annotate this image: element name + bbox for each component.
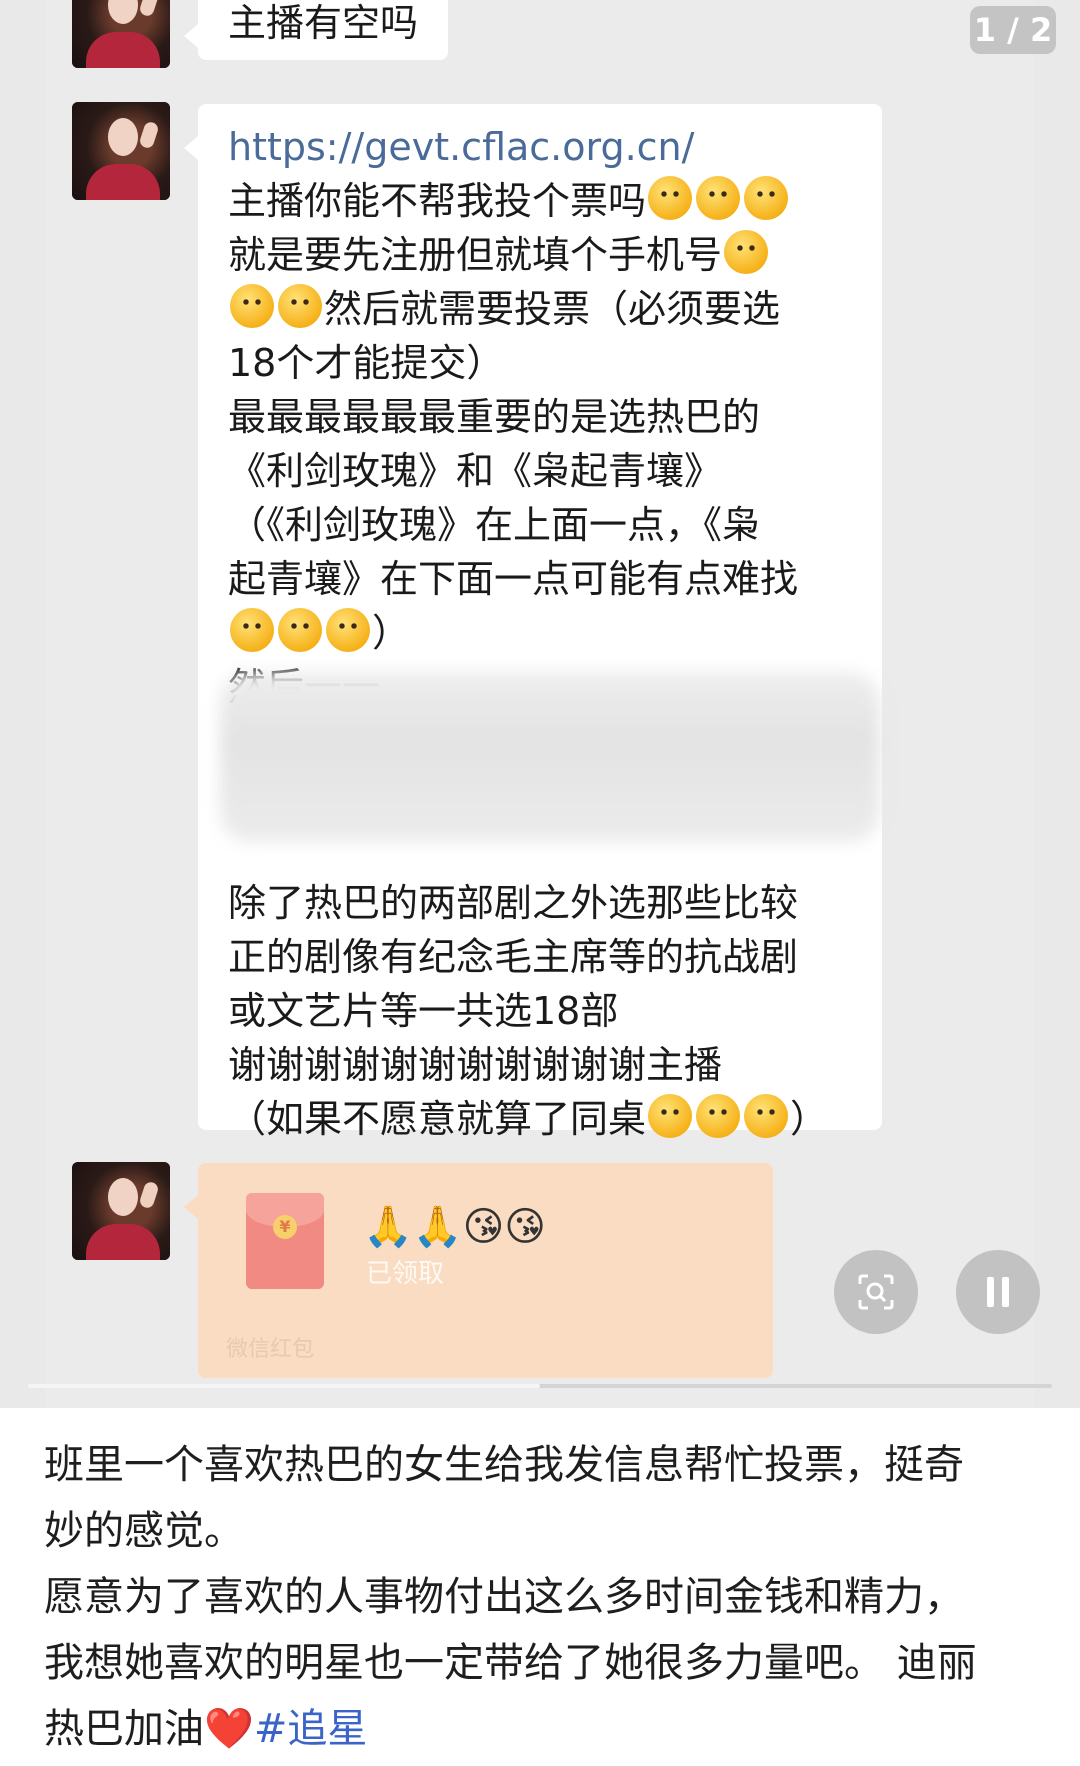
smiling-face-icon (648, 1094, 693, 1138)
post-caption: 班里一个喜欢热巴的女生给我发信息帮忙投票，挺奇 妙的感觉。 愿意为了喜欢的人事物… (44, 1432, 1044, 1762)
pleading-face-icon (648, 176, 693, 220)
pause-button[interactable] (956, 1250, 1040, 1334)
red-packet-greeting: 🙏🙏😘😘 (363, 1204, 547, 1250)
avatar (72, 102, 170, 200)
message-line: 起青壤》在下面一点可能有点难找 (228, 557, 799, 601)
caption-line: 妙的感觉。 (44, 1508, 244, 1554)
pleading-face-icon (696, 176, 741, 220)
caption-line: 我想她喜欢的明星也一定带给了她很多力量吧。 迪丽 (44, 1640, 977, 1686)
pleading-face-icon (744, 176, 789, 220)
slideshow-progress-fill (28, 1384, 540, 1388)
message-line: （《利剑玫瑰》在上面一点，《枭 (228, 503, 761, 547)
red-packet-footer: 微信红包 (226, 1337, 315, 1362)
message-line: 18个才能提交） (228, 341, 505, 385)
message-text: 主播有空吗 (228, 1, 419, 45)
caption-line: 愿意为了喜欢的人事物付出这么多时间金钱和精力， (44, 1574, 964, 1620)
yuan-coin-icon: ¥ (273, 1215, 297, 1239)
pleading-face-icon (230, 284, 274, 328)
pause-icon (987, 1277, 1009, 1307)
message-line: ） (790, 1097, 829, 1141)
message-line: 除了热巴的两部剧之外选那些比较 (228, 881, 799, 925)
message-line: 或文艺片等一共选18部 (228, 989, 619, 1033)
message-line: 就是要先注册但就填个手机号 (228, 233, 723, 277)
red-packet-status: 已领取 (366, 1259, 445, 1289)
caption-line: 班里一个喜欢热巴的女生给我发信息帮忙投票，挺奇 (44, 1442, 964, 1488)
message-line: 然后就需要投票（必须要选 (324, 287, 781, 331)
pleading-face-icon (278, 608, 322, 652)
message-bubble: 主播有空吗 (183, 0, 449, 60)
red-envelope-icon: ¥ (246, 1193, 324, 1289)
redacted-area (220, 672, 880, 842)
message-line: 主播你能不帮我投个票吗 (228, 179, 647, 223)
smiling-face-icon (744, 1094, 789, 1138)
pleading-face-icon (326, 608, 370, 652)
scan-button[interactable] (834, 1250, 918, 1334)
hashtag-link[interactable]: #追星 (254, 1706, 368, 1752)
message-line: （如果不愿意就算了同桌 (228, 1097, 647, 1141)
avatar (72, 1162, 170, 1260)
message-line: 正的剧像有纪念毛主席等的抗战剧 (228, 935, 799, 979)
image-viewer[interactable]: 1 / 2 主播有空吗 https://gevt.cflac.org.cn/ 主… (0, 0, 1080, 1408)
message-line: ） (372, 611, 411, 655)
message-line: 最最最最最最重要的是选热巴的 (228, 395, 761, 439)
message-line: 《利剑玫瑰》和《枭起青壤》 (228, 449, 723, 493)
red-packet-message[interactable]: ¥ 🙏🙏😘😘 已领取 微信红包 (184, 1163, 773, 1378)
pleading-face-icon (278, 284, 322, 328)
pleading-face-icon (230, 608, 274, 652)
scan-icon (858, 1274, 894, 1310)
heart-icon: ❤️ (204, 1706, 254, 1752)
smiling-face-icon (696, 1094, 741, 1138)
caption-line: 热巴加油 (44, 1706, 204, 1752)
message-link[interactable]: https://gevt.cflac.org.cn/ (228, 120, 854, 174)
avatar (72, 0, 170, 68)
pleading-face-icon (724, 230, 769, 274)
slideshow-progress (28, 1384, 1052, 1388)
image-counter: 1 / 2 (970, 6, 1056, 54)
long-message-bubble: https://gevt.cflac.org.cn/ 主播你能不帮我投个票吗 就… (184, 104, 882, 1141)
message-line: 谢谢谢谢谢谢谢谢谢谢谢主播 (228, 1043, 723, 1087)
